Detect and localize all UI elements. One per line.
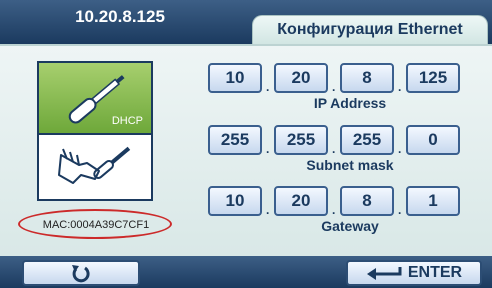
enter-button[interactable]: ENTER <box>346 260 482 286</box>
manual-config-button[interactable] <box>39 135 151 199</box>
gateway-octet-4[interactable]: 1 <box>406 186 460 216</box>
enter-arrow-icon <box>366 266 402 280</box>
ip-address-label: IP Address <box>313 95 387 111</box>
dhcp-label: DHCP <box>111 115 143 127</box>
subnet-octet-1[interactable]: 255 <box>208 125 262 155</box>
subnet-octet-3[interactable]: 255 <box>340 125 394 155</box>
gateway-separator: . <box>266 203 270 217</box>
gateway-separator: . <box>332 203 336 217</box>
subnet-separator: . <box>398 142 402 156</box>
current-ip-address: 10.20.8.125 <box>75 7 165 26</box>
gateway-octet-1[interactable]: 10 <box>208 186 262 216</box>
ip-separator: . <box>398 80 402 94</box>
subnet-separator: . <box>266 142 270 156</box>
ip-separator: . <box>332 80 336 94</box>
bottom-bar: ENTER <box>0 256 492 288</box>
gateway-octet-3[interactable]: 8 <box>340 186 394 216</box>
hand-screwdriver-icon <box>58 146 131 184</box>
dhcp-button[interactable]: DHCP <box>39 63 151 135</box>
mac-highlight-ring <box>18 209 172 239</box>
gateway-label: Gateway <box>321 218 379 234</box>
ip-octet-4[interactable]: 125 <box>406 63 460 93</box>
subnet-octet-2[interactable]: 255 <box>274 125 328 155</box>
subnet-mask-label: Subnet mask <box>306 157 394 173</box>
ip-octet-1[interactable]: 10 <box>208 63 262 93</box>
subnet-octet-4[interactable]: 0 <box>406 125 460 155</box>
gateway-separator: . <box>398 203 402 217</box>
ip-separator: . <box>266 80 270 94</box>
ip-octet-2[interactable]: 20 <box>274 63 328 93</box>
ip-octet-3[interactable]: 8 <box>340 63 394 93</box>
mode-selector: DHCP <box>37 61 153 201</box>
subnet-separator: . <box>332 142 336 156</box>
enter-label: ENTER <box>407 264 463 281</box>
rotate-back-icon <box>72 264 90 283</box>
gateway-octet-2[interactable]: 20 <box>274 186 328 216</box>
back-button[interactable] <box>22 260 140 286</box>
tab-ethernet-config[interactable]: Конфигурация Ethernet <box>252 15 488 44</box>
